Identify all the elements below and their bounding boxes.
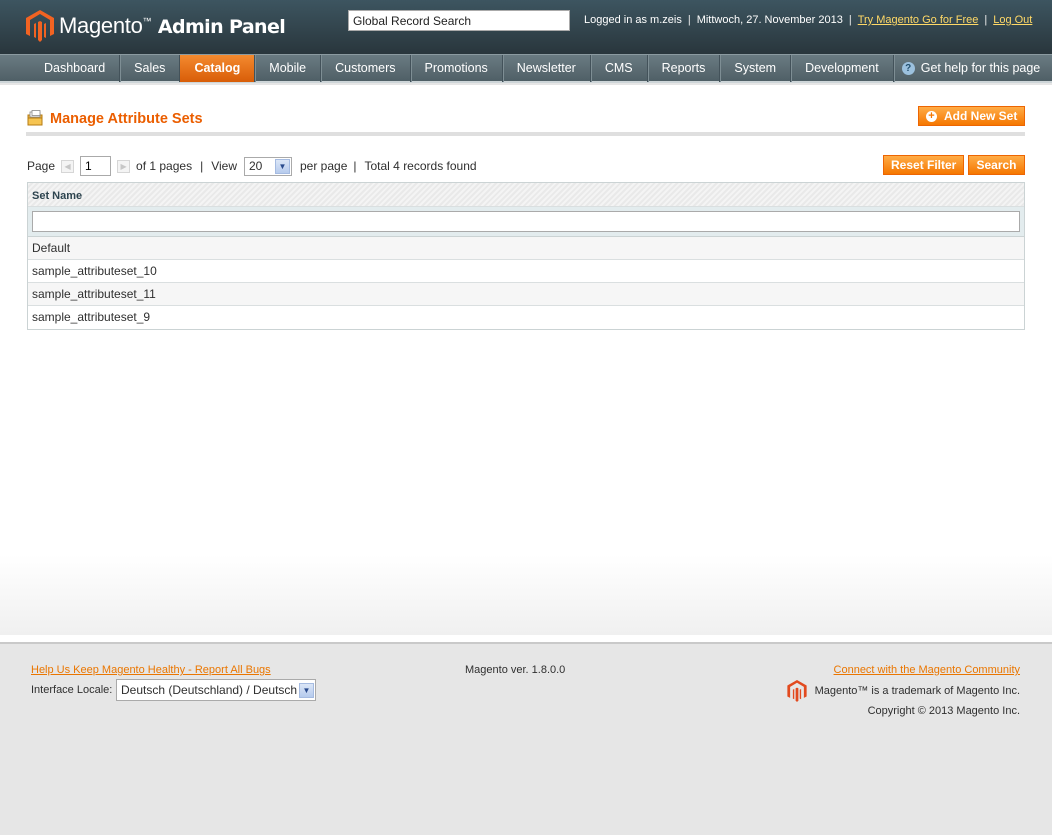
total-records-text: Total 4 records found xyxy=(364,159,477,173)
nav-item-customers[interactable]: Customers xyxy=(321,55,411,82)
logged-in-text: Logged in as m.zeis xyxy=(584,14,682,26)
logo-text: Magento™ Admin Panel xyxy=(59,13,286,39)
view-per-page-select[interactable]: 20 ▼ xyxy=(244,156,292,176)
version-text: Magento ver. 1.8.0.0 xyxy=(465,664,566,676)
logout-link[interactable]: Log Out xyxy=(993,14,1032,26)
separator: | xyxy=(984,14,988,26)
attribute-sets-grid: Set Name Default sample_attributeset_10 … xyxy=(27,182,1025,330)
help-icon: ? xyxy=(901,62,915,75)
logo-subtitle: Admin Panel xyxy=(157,16,286,38)
plus-circle-icon: + xyxy=(926,110,937,122)
page-number-input[interactable] xyxy=(80,156,112,176)
nav-item-reports[interactable]: Reports xyxy=(648,55,721,82)
footer-divider xyxy=(0,635,1052,644)
nav-item-sales[interactable]: Sales xyxy=(120,55,181,82)
magento-logo-icon xyxy=(26,10,54,42)
separator: | xyxy=(353,159,357,173)
search-button[interactable]: Search xyxy=(968,155,1025,175)
page-title: Manage Attribute Sets xyxy=(50,111,203,127)
magento-logo-icon xyxy=(786,680,807,702)
nav-list: Dashboard Sales Catalog Mobile Customers… xyxy=(0,55,1052,82)
nav-item-dashboard[interactable]: Dashboard xyxy=(30,55,121,82)
table-row[interactable]: sample_attributeset_10 xyxy=(28,260,1024,283)
add-new-set-label: Add New Set xyxy=(944,109,1018,123)
admin-header: Magento™ Admin Panel Logged in as m.zeis… xyxy=(0,0,1052,54)
view-per-page-value: 20 xyxy=(249,159,263,173)
reset-filter-button[interactable]: Reset Filter xyxy=(883,155,965,175)
arrow-left-icon[interactable]: ◀ xyxy=(61,159,75,173)
date-text: Mittwoch, 27. November 2013 xyxy=(696,14,843,26)
header-links: Logged in as m.zeis | Mittwoch, 27. Novemb… xyxy=(584,14,1032,26)
view-label: View xyxy=(211,159,237,173)
set-name-filter-input[interactable] xyxy=(32,211,1020,232)
table-row[interactable]: sample_attributeset_11 xyxy=(28,283,1024,306)
content-header: Manage Attribute Sets + Add New Set xyxy=(26,105,1026,136)
chevron-down-icon: ▼ xyxy=(299,682,314,698)
arrow-right-icon[interactable]: ▶ xyxy=(117,159,131,173)
table-row[interactable]: Default xyxy=(28,237,1024,260)
community-link[interactable]: Connect with the Magento Community xyxy=(834,664,1020,676)
magento-logo[interactable]: Magento™ Admin Panel xyxy=(26,10,286,42)
nav-item-newsletter[interactable]: Newsletter xyxy=(503,55,591,82)
logo-brand: Magento xyxy=(59,13,143,38)
main-navigation: Dashboard Sales Catalog Mobile Customers… xyxy=(0,54,1052,83)
nav-item-cms[interactable]: CMS xyxy=(591,55,648,82)
separator: | xyxy=(200,159,204,173)
separator: | xyxy=(848,14,852,26)
add-new-set-button[interactable]: + Add New Set xyxy=(918,106,1026,126)
nav-item-promotions[interactable]: Promotions xyxy=(411,55,503,82)
folder-attributes-icon xyxy=(27,110,43,126)
page-label: Page xyxy=(27,159,56,173)
trademark: Magento™ is a trademark of Magento Inc. xyxy=(786,680,1020,702)
filter-row xyxy=(28,207,1024,237)
of-pages-text: of 1 pages xyxy=(136,159,193,173)
pager: Page ◀ ▶ of 1 pages | View 20 ▼ per page… xyxy=(27,156,477,176)
column-header-set-name[interactable]: Set Name xyxy=(28,183,1024,207)
footer: Help Us Keep Magento Healthy - Report Al… xyxy=(0,646,1052,835)
interface-locale-select[interactable]: Deutsch (Deutschland) / Deutsch (Deutsch… xyxy=(116,679,316,701)
trademark-text: Magento™ is a trademark of Magento Inc. xyxy=(814,685,1020,697)
nav-item-system[interactable]: System xyxy=(720,55,792,82)
table-row[interactable]: sample_attributeset_9 xyxy=(28,306,1024,329)
global-search-input[interactable] xyxy=(348,10,570,31)
chevron-down-icon: ▼ xyxy=(275,158,290,174)
copyright-text: Copyright © 2013 Magento Inc. xyxy=(867,705,1020,717)
locale-label: Interface Locale: xyxy=(31,684,113,696)
try-magento-go-link[interactable]: Try Magento Go for Free xyxy=(858,14,979,26)
report-bugs-link[interactable]: Help Us Keep Magento Healthy - Report Al… xyxy=(31,664,271,676)
nav-item-help[interactable]: ? Get help for this page xyxy=(894,55,1052,82)
nav-item-mobile[interactable]: Mobile xyxy=(255,55,322,82)
nav-item-catalog[interactable]: Catalog xyxy=(180,55,256,82)
nav-item-development[interactable]: Development xyxy=(791,55,894,82)
main-content: Manage Attribute Sets + Add New Set Page… xyxy=(0,85,1052,635)
separator: | xyxy=(687,14,691,26)
locale-value: Deutsch (Deutschland) / Deutsch (Deutsch… xyxy=(121,683,299,697)
logo-trademark: ™ xyxy=(142,16,152,26)
per-page-text: per page xyxy=(300,159,348,173)
help-label: Get help for this page xyxy=(920,61,1041,75)
